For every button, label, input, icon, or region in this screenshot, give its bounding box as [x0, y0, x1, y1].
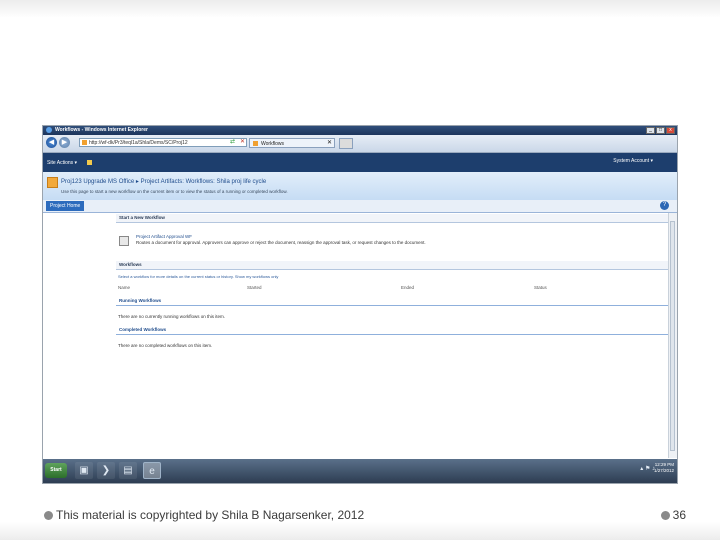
completed-workflows-header: Completed Workflows: [119, 327, 167, 332]
sharepoint-header: Site Actions ▾ System Account ▾: [43, 153, 677, 172]
stop-icon[interactable]: ✕: [239, 139, 246, 146]
clock[interactable]: 12:29 PM 1/27/2012: [654, 462, 674, 474]
slide-number: 36: [660, 508, 686, 522]
new-tab-button[interactable]: [339, 138, 353, 149]
back-arrow-icon[interactable]: ◀: [46, 137, 57, 148]
window-titlebar: Workflows - Windows Internet Explorer _ …: [43, 126, 677, 135]
copyright-text: This material is copyrighted by Shila B …: [56, 508, 365, 522]
column-status: Status: [534, 285, 547, 290]
tab-project-home[interactable]: Project Home: [46, 201, 85, 211]
running-divider: [116, 305, 668, 306]
running-workflows-message: There are no currently running workflows…: [118, 314, 226, 319]
taskbar: Start ▣ ❯ ▤ e ▴ ⚑ ♪ 12:29 PM 1/27/2012: [43, 459, 677, 483]
go-icon[interactable]: ⇄: [229, 139, 236, 146]
main-content: Start a New Workflow Project Artifact Ap…: [43, 213, 669, 458]
workflows-header: Workflows: [116, 261, 668, 270]
start-workflow-header: Start a New Workflow: [116, 214, 668, 223]
breadcrumb: Proj123 Upgrade MS Office ▸ Project Arti…: [61, 179, 267, 185]
column-ended: Ended: [401, 285, 415, 290]
site-logo-icon: [47, 177, 58, 188]
address-bar[interactable]: http://wf-dk/Pr3/teql1a/Shla/Dems/SC/Pro…: [79, 138, 247, 147]
page-favicon-icon: [82, 140, 87, 145]
tab-workflows[interactable]: Workflows ✕: [249, 138, 335, 148]
completed-workflows-message: There are no completed workflows on this…: [118, 343, 213, 348]
clock-date: 1/27/2012: [653, 468, 674, 473]
tab-favicon-icon: [253, 141, 258, 146]
workflow-columns: Name Started Ended Status: [118, 285, 658, 291]
internet-explorer-icon[interactable]: e: [143, 462, 161, 479]
minimize-button[interactable]: _: [646, 127, 655, 134]
address-toolbar: ◀ ▶ http://wf-dk/Pr3/teql1a/Shla/Dems/SC…: [43, 135, 677, 153]
start-workflow-title: Start a New Workflow: [119, 215, 165, 220]
bullet-icon: [660, 511, 670, 520]
completed-divider: [116, 334, 668, 335]
start-button[interactable]: Start: [45, 463, 67, 478]
workflow-icon[interactable]: [119, 236, 129, 246]
page-number: 36: [672, 508, 686, 522]
title-area: Proj123 Upgrade MS Office ▸ Project Arti…: [43, 172, 677, 200]
ie-logo-icon: [46, 127, 52, 133]
column-name: Name: [118, 285, 131, 290]
workflows-hint[interactable]: Select a workflow for more details on th…: [118, 274, 278, 279]
forward-arrow-icon[interactable]: ▶: [59, 137, 70, 148]
bullet-icon: [44, 511, 53, 520]
system-tray-icons[interactable]: ▴ ⚑ ♪: [640, 465, 655, 472]
workflow-link[interactable]: Project Artifact Approval WF: [136, 234, 192, 239]
column-started: Started: [247, 285, 262, 290]
workflows-title: Workflows: [119, 262, 142, 267]
page-description: Use this page to start a new workflow on…: [61, 189, 288, 194]
slide-background: Workflows - Windows Internet Explorer _ …: [0, 0, 720, 540]
workflow-description: Routes a document for approval. Approver…: [136, 240, 426, 245]
window-controls: _ □ x: [646, 127, 675, 134]
vertical-scrollbar[interactable]: [668, 213, 677, 458]
help-icon[interactable]: ?: [660, 201, 669, 210]
tab-title: Workflows: [261, 141, 284, 147]
maximize-button[interactable]: □: [656, 127, 665, 134]
system-account-menu[interactable]: System Account ▾: [613, 158, 653, 164]
edit-page-icon[interactable]: [87, 160, 92, 165]
explorer-icon[interactable]: ▤: [119, 462, 137, 479]
powershell-icon[interactable]: ❯: [97, 462, 115, 479]
close-tab-icon[interactable]: ✕: [327, 140, 332, 146]
site-actions-menu[interactable]: Site Actions ▾: [47, 160, 77, 166]
scrollbar-thumb[interactable]: [670, 221, 675, 451]
top-navigation: Project Home ?: [43, 200, 677, 213]
address-text: http://wf-dk/Pr3/teql1a/Shla/Dems/SC/Pro…: [89, 140, 188, 146]
window-title: Workflows - Windows Internet Explorer: [55, 127, 148, 133]
slide-footer: This material is copyrighted by Shila B …: [44, 508, 364, 522]
screenshot-frame: Workflows - Windows Internet Explorer _ …: [43, 126, 677, 483]
server-manager-icon[interactable]: ▣: [75, 462, 93, 479]
running-workflows-header: Running Workflows: [119, 298, 162, 303]
close-window-button[interactable]: x: [666, 127, 675, 134]
